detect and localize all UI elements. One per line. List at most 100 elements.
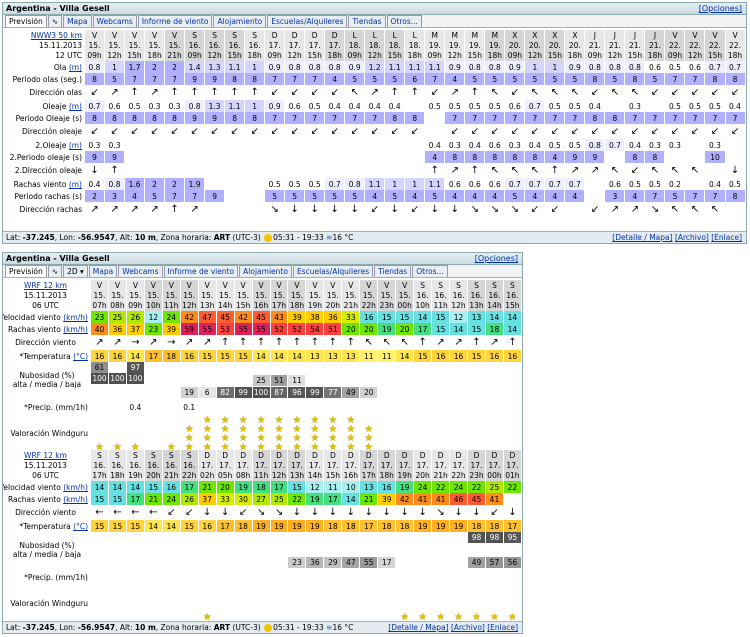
embed-link[interactable]: [Enlace] [711, 233, 742, 242]
tab-2d[interactable]: 2D ▾ [63, 265, 88, 277]
tab-[interactable]: ∿ [47, 15, 63, 27]
value-cell: 5 [305, 190, 326, 202]
unit-link[interactable]: (°C) [73, 352, 88, 361]
options-link[interactable]: [Opciones] [475, 254, 518, 263]
tab-previsi-n[interactable]: Previsión [5, 265, 47, 277]
temp-cell: 15 [414, 350, 433, 362]
value-cell: 7 [365, 112, 386, 124]
rating-cell: ★ [504, 584, 522, 622]
options-link[interactable]: [Opciones] [699, 4, 742, 13]
tab-previsi-n[interactable]: Previsión [5, 15, 47, 27]
water-temp: 16 °C [332, 623, 354, 632]
tab-escuelas-alquileres[interactable]: Escuelas/Alquileres [267, 15, 348, 27]
wind-arrow-icon: ↙ [690, 86, 700, 98]
rating-stars: ★ [454, 584, 463, 623]
tab-informe-de-viento[interactable]: Informe de viento [163, 265, 239, 277]
tab-mapa[interactable]: Mapa [88, 265, 118, 277]
tab-alojamiento[interactable]: Alojamiento [239, 265, 292, 277]
tab-otros[interactable]: Otros... [412, 265, 448, 277]
arrow-cell: ↘ [505, 202, 526, 217]
detail-map-link[interactable]: [Detalle / Mapa] [388, 623, 448, 632]
rating-stars: ★ [418, 584, 427, 623]
archive-link[interactable]: [Archivo] [451, 623, 485, 632]
date-cell: 20. [565, 40, 586, 50]
wind-arrow-icon: ↓ [364, 506, 373, 518]
precip-cell [109, 570, 127, 584]
embed-link[interactable]: [Enlace] [487, 623, 518, 632]
value-cell [265, 139, 286, 151]
day-cell: V [162, 280, 181, 290]
gust-cell: 26 [180, 493, 199, 505]
gust-cell: 53 [216, 323, 235, 335]
value-cell: 5 [465, 73, 486, 85]
value-cell: 5 [325, 190, 346, 202]
cloud-cell [91, 375, 109, 386]
value-cell: 0.4 [365, 100, 386, 112]
row-label: 15.11.2013 [24, 460, 67, 470]
wind-arrow-icon: ↙ [90, 86, 99, 98]
tab-informe-de-viento[interactable]: Informe de viento [137, 15, 213, 27]
day-cell: S [144, 450, 163, 460]
nav-tabs: Previsión ∿ 2D ▾ Mapa Webcams Informe de vien… [3, 265, 522, 278]
cloud-cell [342, 362, 361, 373]
day-cell: D [378, 450, 397, 460]
tab-tiendas[interactable]: Tiendas [374, 265, 412, 277]
grid-row: Rachas viento (km/h) 40 36 37 23 39 59 55 53 55 55… [3, 323, 522, 335]
tab-mapa[interactable]: Mapa [63, 15, 92, 27]
rating-cell [378, 414, 397, 452]
tab-escuelas-alquileres[interactable]: Escuelas/Alquileres [292, 265, 374, 277]
tab-tiendas[interactable]: Tiendas [348, 15, 386, 27]
value-cell [145, 151, 166, 163]
unit-link[interactable]: (°C) [73, 522, 88, 531]
value-cell: 0.9 [505, 61, 526, 73]
unit-link[interactable]: (km/h) [63, 325, 88, 334]
wind-arrow-icon: ↙ [650, 86, 660, 98]
precip-cell [199, 400, 217, 414]
wind-arrow-icon: ↓ [454, 506, 463, 518]
model-link[interactable]: NWW3 50 km [31, 31, 82, 40]
tab-alojamiento[interactable]: Alojamiento [213, 15, 267, 27]
rating-cell: ★ ★ ★ ★ [342, 414, 361, 452]
unit-link[interactable]: (m) [69, 63, 82, 72]
wind-arrow-icon: ↙ [590, 86, 600, 98]
hour-cell: 14h [216, 300, 235, 311]
detail-map-link[interactable]: [Detalle / Mapa] [612, 233, 672, 242]
tab-webcams[interactable]: Webcams [118, 265, 163, 277]
cloud-cell [342, 375, 361, 386]
unit-link[interactable]: (m) [69, 141, 82, 150]
value-cell: 7 [165, 190, 186, 202]
value-cell: 9 [185, 112, 206, 124]
panel-title: Argentina - Villa Gesell [Opciones] [3, 253, 522, 265]
wind-arrow-icon: ↖ [510, 164, 520, 176]
wind-arrow-icon: ↙ [350, 125, 359, 137]
arrow-cell: ↙ [625, 124, 646, 139]
unit-link[interactable]: (m) [69, 102, 82, 111]
value-cell: 4 [625, 190, 646, 202]
cloud-cell: 49 [342, 387, 361, 398]
arrow-cell [205, 202, 226, 217]
unit-link[interactable]: (km/h) [63, 483, 88, 492]
wind-arrow-icon: ↙ [310, 86, 319, 98]
day-cell: D [305, 30, 326, 40]
wind-arrow-icon: ← [95, 506, 104, 518]
arrow-cell: ↓ [305, 202, 326, 217]
unit-link[interactable]: (km/h) [63, 495, 88, 504]
unit-link[interactable]: (km/h) [63, 313, 88, 322]
wind-arrow-icon: ↙ [130, 125, 139, 137]
speed-cell: 13 [468, 311, 486, 323]
date-cell: 17. [265, 40, 286, 50]
model-link[interactable]: WRF 12 km [24, 451, 67, 460]
tab-webcams[interactable]: Webcams [92, 15, 137, 27]
grid-row: Dirección viento ← ← ← ← ↙ ↙ ↓ ↓ ↙ ↘ ↘ ↓ ↓ ↓ ↓ ↓ ↓ ↓ ↓ ↘ ↓ ↓ ↙ ↓ [3, 505, 522, 520]
tab-[interactable]: ∿ [47, 265, 63, 277]
tab-otros[interactable]: Otros... [386, 15, 422, 27]
archive-link[interactable]: [Archivo] [675, 233, 709, 242]
temp-cell: 19 [288, 520, 307, 532]
wind-arrow-icon: → [131, 336, 140, 348]
value-cell [605, 151, 626, 163]
precip-cell [253, 570, 271, 584]
unit-link[interactable]: (m) [69, 180, 82, 189]
speed-cell: 15 [432, 311, 451, 323]
model-link[interactable]: WRF 12 km [24, 281, 67, 290]
wind-arrow-icon: ↙ [370, 125, 379, 137]
